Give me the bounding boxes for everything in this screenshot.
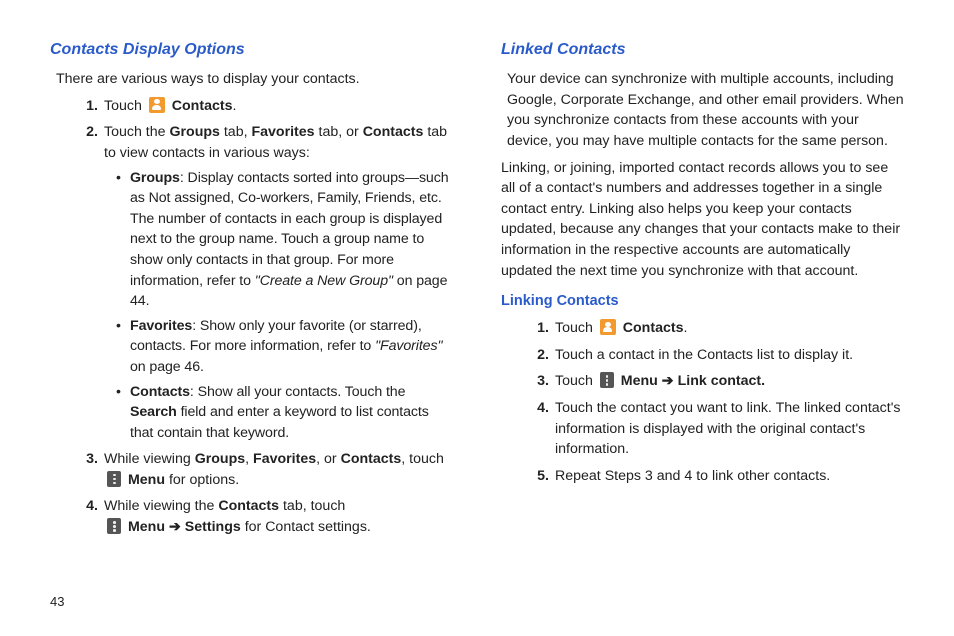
linked-intro-2: Linking, or joining, imported contact re… [501, 158, 904, 282]
step-number: 4. [527, 398, 549, 419]
linking-contacts-steps: 1. Touch Contacts. 2. Touch a contact in… [501, 318, 904, 486]
bullet-groups: Groups: Display contacts sorted into gro… [118, 168, 453, 312]
linked-intro-1: Your device can synchronize with multipl… [507, 69, 904, 151]
display-options-steps: 1. Touch Contacts. 2. Touch the Groups t… [50, 96, 453, 538]
step-number: 2. [76, 122, 98, 143]
right-column: Linked Contacts Your device can synchron… [501, 38, 904, 544]
step-text: Touch the Groups tab, Favorites tab, or … [104, 124, 447, 161]
step-1: 1. Touch Contacts. [76, 96, 453, 117]
step-number: 2. [527, 345, 549, 366]
left-column: Contacts Display Options There are vario… [50, 38, 453, 544]
page-columns: Contacts Display Options There are vario… [50, 38, 904, 544]
step-text: Touch Contacts. [104, 98, 236, 114]
section-heading-display-options: Contacts Display Options [50, 38, 453, 61]
step-number: 4. [76, 496, 98, 517]
step-number: 5. [527, 466, 549, 487]
step-2: 2. Touch a contact in the Contacts list … [527, 345, 904, 366]
menu-icon [107, 518, 121, 534]
step-number: 1. [527, 318, 549, 339]
menu-icon [600, 372, 614, 388]
step-number: 3. [527, 371, 549, 392]
subheading-linking-contacts: Linking Contacts [501, 291, 904, 312]
step-text: Repeat Steps 3 and 4 to link other conta… [555, 468, 830, 484]
step-number: 1. [76, 96, 98, 117]
page-number: 43 [50, 593, 64, 612]
step-2: 2. Touch the Groups tab, Favorites tab, … [76, 122, 453, 443]
menu-icon [107, 471, 121, 487]
step-4: 4. Touch the contact you want to link. T… [527, 398, 904, 460]
step-text: Touch Contacts. [555, 320, 687, 336]
intro-text: There are various ways to display your c… [56, 69, 453, 90]
step-text: Touch the contact you want to link. The … [555, 400, 901, 457]
bullet-favorites: Favorites: Show only your favorite (or s… [118, 316, 453, 378]
step-1: 1. Touch Contacts. [527, 318, 904, 339]
section-heading-linked-contacts: Linked Contacts [501, 38, 904, 61]
step-text: While viewing Groups, Favorites, or Cont… [104, 451, 444, 488]
display-options-bullets: Groups: Display contacts sorted into gro… [104, 168, 453, 444]
step-5: 5. Repeat Steps 3 and 4 to link other co… [527, 466, 904, 487]
step-text: Touch Menu ➔ Link contact. [555, 373, 765, 389]
step-4: 4. While viewing the Contacts tab, touch… [76, 496, 453, 537]
bullet-contacts: Contacts: Show all your contacts. Touch … [118, 382, 453, 444]
contacts-icon [600, 319, 616, 335]
step-3: 3. While viewing Groups, Favorites, or C… [76, 449, 453, 490]
contacts-icon [149, 97, 165, 113]
step-text: While viewing the Contacts tab, touch Me… [104, 498, 371, 535]
step-3: 3. Touch Menu ➔ Link contact. [527, 371, 904, 392]
step-number: 3. [76, 449, 98, 470]
step-text: Touch a contact in the Contacts list to … [555, 347, 853, 363]
